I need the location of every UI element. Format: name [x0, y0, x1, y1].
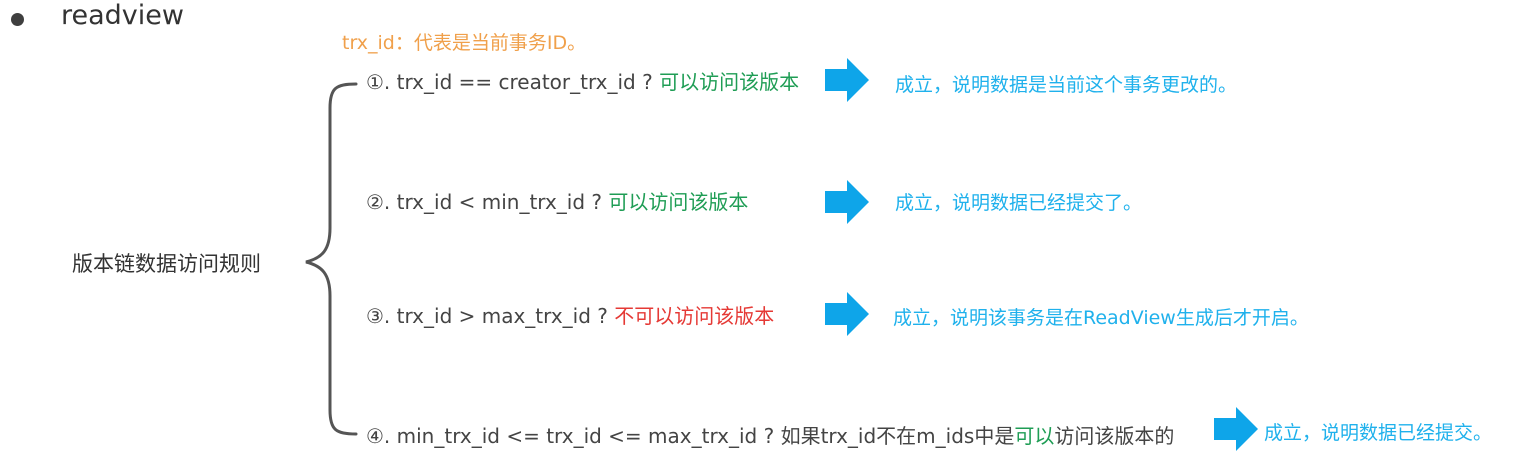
- arrow-right-icon: [1214, 407, 1258, 451]
- brace-path: [305, 82, 358, 436]
- rule-3-condition: ③. trx_id > max_trx_id ?: [366, 304, 615, 328]
- rule-1-result: 成立，说明数据是当前这个事务更改的。: [895, 74, 1238, 96]
- arrow-right-icon: [825, 292, 869, 336]
- rule-3-verdict: 不可以访问该版本: [614, 304, 775, 328]
- rule-1: ①. trx_id == creator_trx_id ? 可以访问该版本: [366, 66, 799, 95]
- rule-1-verdict: 可以访问该版本: [659, 70, 800, 94]
- bullet-dot: [11, 13, 24, 26]
- rule-4-result: 成立，说明数据已经提交。: [1264, 422, 1493, 444]
- rule-2-result: 成立，说明数据已经提交了。: [895, 192, 1143, 214]
- trx-id-note: trx_id：代表是当前事务ID。: [342, 32, 587, 54]
- rule-1-condition: ①. trx_id == creator_trx_id ?: [366, 70, 660, 94]
- rule-2-condition: ②. trx_id < min_trx_id ?: [366, 190, 609, 214]
- section-title: readview: [61, 0, 184, 31]
- arrow-right-icon: [825, 58, 869, 102]
- rule-4-condition: ④. min_trx_id <= trx_id <= max_trx_id ? …: [366, 424, 1015, 448]
- rule-4-verdict: 可以: [1014, 424, 1055, 448]
- rule-2-verdict: 可以访问该版本: [608, 190, 749, 214]
- rule-4-suffix: 访问该版本的: [1054, 424, 1175, 448]
- rule-4: ④. min_trx_id <= trx_id <= max_trx_id ? …: [366, 420, 1174, 449]
- rule-3-result: 成立，说明该事务是在ReadView生成后才开启。: [893, 307, 1309, 329]
- rule-2: ②. trx_id < min_trx_id ? 可以访问该版本: [366, 186, 748, 215]
- root-label: 版本链数据访问规则: [72, 252, 261, 276]
- curly-brace: [305, 82, 358, 436]
- arrow-right-icon: [825, 180, 869, 224]
- rule-3: ③. trx_id > max_trx_id ? 不可以访问该版本: [366, 300, 774, 329]
